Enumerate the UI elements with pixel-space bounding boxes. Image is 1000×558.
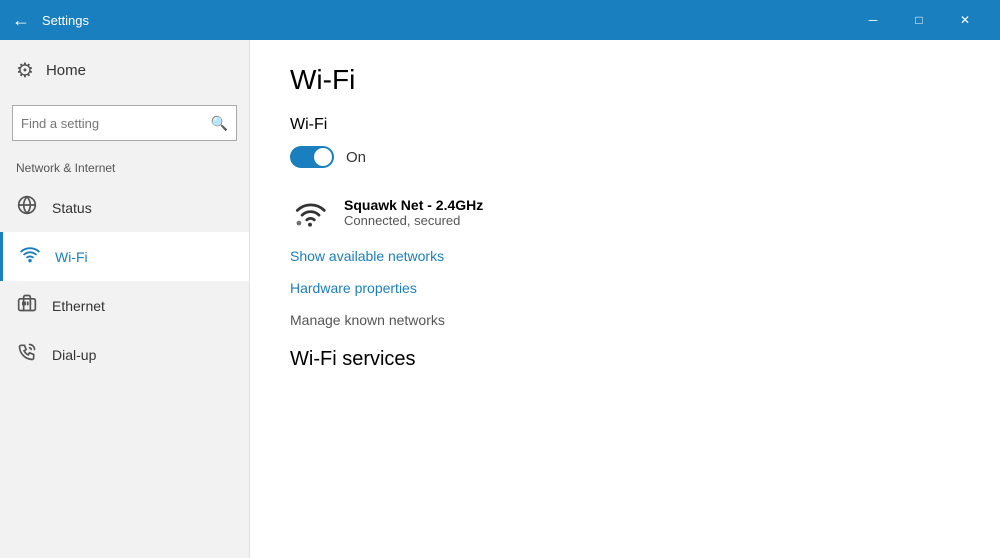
close-button[interactable]: ✕ (942, 0, 988, 40)
wifi-services-heading: Wi-Fi services (290, 348, 960, 371)
status-label: Status (52, 200, 92, 216)
network-status: Connected, secured (344, 213, 483, 228)
dialup-label: Dial-up (52, 347, 96, 363)
window-title: Settings (42, 13, 850, 28)
search-input[interactable] (21, 116, 211, 131)
sidebar-item-wifi[interactable]: Wi-Fi (0, 232, 249, 281)
show-networks-link[interactable]: Show available networks (290, 248, 960, 264)
wifi-nav-icon (19, 244, 41, 269)
wifi-label: Wi-Fi (55, 249, 88, 265)
main-layout: ⚙ Home 🔍 Network & Internet Status (0, 40, 1000, 558)
window-controls: ─ □ ✕ (850, 0, 988, 40)
sidebar-item-home[interactable]: ⚙ Home (0, 40, 249, 101)
page-title: Wi-Fi (290, 64, 960, 96)
network-info: Squawk Net - 2.4GHz Connected, secured (344, 197, 483, 228)
wifi-toggle-label: On (346, 149, 366, 166)
connected-network-row: Squawk Net - 2.4GHz Connected, secured (290, 192, 960, 232)
sidebar-item-status[interactable]: Status (0, 183, 249, 232)
ethernet-icon (16, 293, 38, 318)
wifi-section-heading: Wi-Fi (290, 116, 960, 134)
dialup-icon (16, 342, 38, 367)
search-icon: 🔍 (211, 115, 228, 132)
title-bar: ← Settings ─ □ ✕ (0, 0, 1000, 40)
sidebar-item-ethernet[interactable]: Ethernet (0, 281, 249, 330)
ethernet-label: Ethernet (52, 298, 105, 314)
wifi-toggle[interactable] (290, 146, 334, 168)
status-icon (16, 195, 38, 220)
sidebar-section-label: Network & Internet (0, 157, 249, 183)
maximize-button[interactable]: □ (896, 0, 942, 40)
minimize-button[interactable]: ─ (850, 0, 896, 40)
hardware-properties-link[interactable]: Hardware properties (290, 280, 960, 296)
manage-networks-link[interactable]: Manage known networks (290, 312, 960, 328)
network-wifi-icon (290, 192, 330, 232)
content-area: Wi-Fi Wi-Fi On Squawk Net - 2.4GHz Conne… (250, 40, 1000, 558)
sidebar-item-dialup[interactable]: Dial-up (0, 330, 249, 379)
back-button[interactable]: ← (12, 10, 30, 31)
home-label: Home (46, 62, 86, 79)
search-box[interactable]: 🔍 (12, 105, 237, 141)
home-icon: ⚙ (16, 58, 34, 83)
sidebar: ⚙ Home 🔍 Network & Internet Status (0, 40, 250, 558)
wifi-toggle-row: On (290, 146, 960, 168)
network-name: Squawk Net - 2.4GHz (344, 197, 483, 213)
